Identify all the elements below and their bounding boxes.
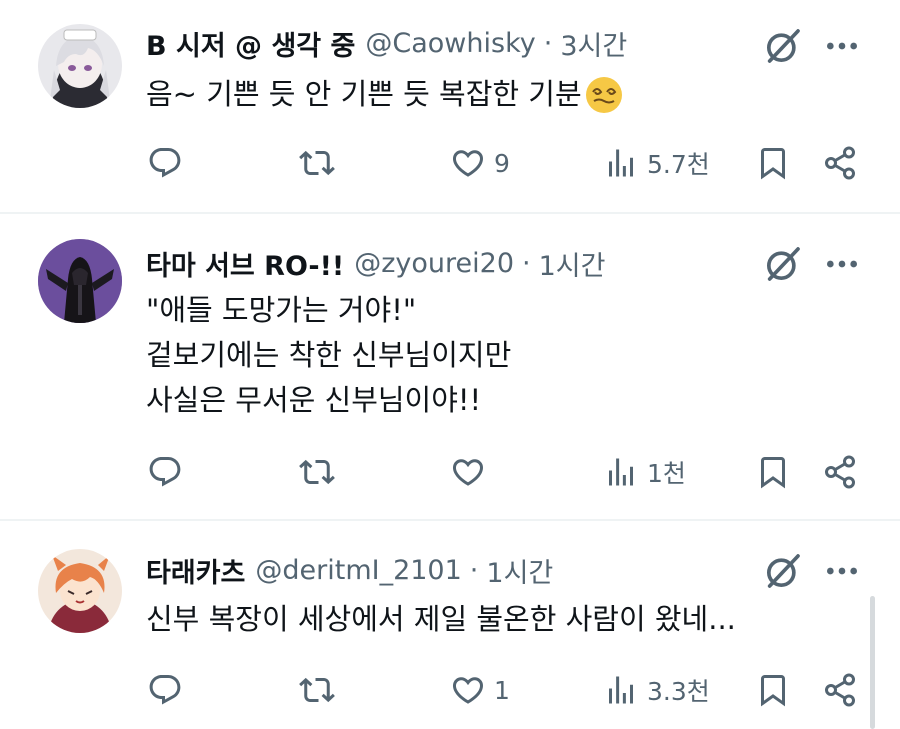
tweet-header: B 시저 @ 생각 중 @Caowhisky · 3시간 [146,24,627,63]
timestamp[interactable]: 3시간 [560,24,627,63]
grok-icon[interactable] [763,26,803,66]
separator-dot: · [469,554,479,586]
share-button[interactable] [822,452,858,492]
reply-button[interactable] [147,670,191,710]
tweet-text-line: 음~ 기쁜 듯 안 기쁜 듯 복잡한 기분 [146,77,582,111]
views-icon [603,672,639,708]
more-icon[interactable] [822,244,862,284]
retweet-button[interactable] [299,670,343,710]
tweet-text: "애들 도망가는 거야!" 겉보기에는 착한 신부님이지만 사실은 무서운 신부… [146,288,511,423]
tweet[interactable]: 타래카츠 @deritmI_2101 · 1시간 신부 복장이 세상에서 제일 … [0,521,900,729]
like-button[interactable] [450,452,494,492]
like-button[interactable]: 1 [450,670,510,710]
view-count: 1천 [647,459,686,488]
tweet-text-line: 사실은 무서운 신부님이야!! [146,383,482,417]
like-icon [450,145,486,181]
bookmark-icon [755,145,791,181]
retweet-button[interactable] [299,452,343,492]
tweet[interactable]: B 시저 @ 생각 중 @Caowhisky · 3시간 음~ 기쁜 듯 안 기… [0,0,900,212]
tweet-text-line: 신부 복장이 세상에서 제일 불온한 사람이 왔네... [146,602,736,636]
bookmark-icon [755,672,791,708]
user-handle[interactable]: @deritmI_2101 [255,555,461,586]
dizzy-face-emoji [585,76,622,113]
grok-icon[interactable] [763,244,803,284]
retweet-icon [299,454,335,490]
tweet-text-line: "애들 도망가는 거야!" [146,293,417,327]
reply-icon [147,672,183,708]
more-icon[interactable] [822,26,862,66]
grok-icon[interactable] [763,551,803,591]
views-icon [603,454,639,490]
tweet-header: 타마 서브 RO-!! @zyourei20 · 1시간 [146,244,606,283]
timestamp[interactable]: 1시간 [539,244,606,283]
views-button[interactable]: 1천 [603,452,686,492]
user-handle[interactable]: @Caowhisky [365,28,535,59]
avatar[interactable] [38,239,122,323]
share-icon [822,145,858,181]
bookmark-icon [755,454,791,490]
scrollbar[interactable] [870,596,875,729]
reply-button[interactable] [147,143,191,183]
like-button[interactable]: 9 [450,143,510,183]
avatar[interactable] [38,24,122,108]
timestamp[interactable]: 1시간 [486,551,553,590]
reply-icon [147,145,183,181]
reply-button[interactable] [147,452,191,492]
like-icon [450,454,486,490]
display-name[interactable]: 타마 서브 RO-!! [146,244,344,283]
user-handle[interactable]: @zyourei20 [354,248,514,279]
more-icon[interactable] [822,551,862,591]
view-count: 5.7천 [647,150,710,179]
retweet-icon [299,672,335,708]
views-icon [603,145,639,181]
bookmark-button[interactable] [755,452,791,492]
view-count: 3.3천 [647,677,710,706]
avatar[interactable] [38,549,122,633]
tweet[interactable]: 타마 서브 RO-!! @zyourei20 · 1시간 "애들 도망가는 거야… [0,214,900,519]
retweet-button[interactable] [299,143,343,183]
share-button[interactable] [822,143,858,183]
tweet-text-line: 겉보기에는 착한 신부님이지만 [146,338,512,372]
like-icon [450,672,486,708]
avatar-image [38,549,122,633]
display-name[interactable]: 타래카츠 [146,551,245,590]
avatar-image [38,24,122,108]
retweet-icon [299,145,335,181]
bookmark-button[interactable] [755,143,791,183]
share-button[interactable] [822,670,858,710]
views-button[interactable]: 3.3천 [603,670,710,710]
bookmark-button[interactable] [755,670,791,710]
separator-dot: · [543,27,553,59]
display-name[interactable]: B 시저 @ 생각 중 [146,24,355,63]
reply-icon [147,454,183,490]
tweet-text: 음~ 기쁜 듯 안 기쁜 듯 복잡한 기분 [146,72,624,117]
separator-dot: · [522,247,531,279]
like-count: 1 [494,675,510,705]
avatar-image [38,239,122,323]
like-count: 9 [494,148,510,178]
tweet-header: 타래카츠 @deritmI_2101 · 1시간 [146,551,553,590]
tweet-text: 신부 복장이 세상에서 제일 불온한 사람이 왔네... [146,597,736,642]
share-icon [822,672,858,708]
views-button[interactable]: 5.7천 [603,143,710,183]
share-icon [822,454,858,490]
